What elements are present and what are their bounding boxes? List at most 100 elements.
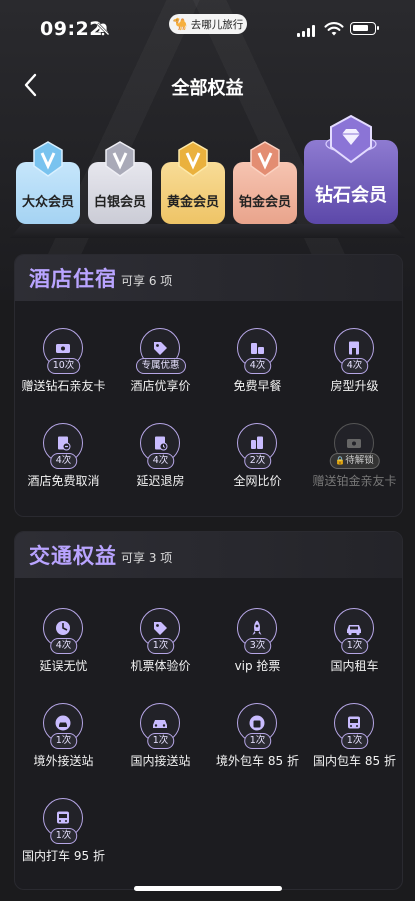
benefit-label: 全网比价 [233, 474, 282, 488]
page-title: 全部权益 [171, 78, 244, 99]
status-bar: 09:22 🐪 去哪儿旅行 [0, 0, 415, 50]
tier-tab-gold[interactable]: 黄金会员 [161, 141, 225, 224]
benefit-count-badge: 2次 [243, 453, 272, 469]
benefit-item[interactable]: 1次机票体验价 [112, 608, 209, 678]
diamond-badge-icon [325, 114, 377, 164]
tier-tab-silver[interactable]: 白银会员 [88, 141, 152, 224]
lock-status-badge: 🔒待解锁 [329, 453, 380, 469]
benefit-label: 延迟退房 [136, 474, 185, 488]
badge-text: 4次 [346, 360, 363, 371]
badge-text: 1次 [346, 735, 363, 746]
benefit-label: 国内包车 85 折 [313, 754, 396, 768]
benefit-count-badge: 1次 [49, 828, 78, 844]
tier-tab-platinum[interactable]: 铂金会员 [233, 141, 297, 224]
breakfast-icon [251, 343, 264, 354]
card-subtitle: 可享 6 项 [121, 274, 173, 288]
benefit-item[interactable]: 1次国内接送站 [112, 703, 209, 773]
price-tag-icon [154, 342, 167, 355]
benefit-count-badge: 4次 [243, 358, 272, 374]
benefit-item[interactable]: 1次 国内租车 [306, 608, 402, 678]
benefit-item[interactable]: 4次房型升级 [306, 328, 402, 398]
bus-icon [57, 811, 69, 824]
car-icon [347, 625, 361, 636]
badge-text: 4次 [55, 455, 72, 466]
benefit-item[interactable]: 3次 vip 抢票 [209, 608, 306, 678]
camel-logo-icon: 🐪 [172, 17, 188, 31]
benefit-count-badge: 1次 [146, 733, 175, 749]
benefit-label: 赠送铂金亲友卡 [312, 474, 397, 488]
cancel-doc-icon [58, 436, 71, 451]
globe-bus-icon [249, 715, 265, 731]
delay-clock-icon [56, 621, 70, 635]
tier-label: 大众会员 [21, 195, 74, 210]
bus-icon [348, 716, 360, 729]
benefit-item[interactable]: 1次国内打车 95 折 [15, 798, 112, 868]
badge-text: 4次 [249, 360, 266, 371]
benefit-item[interactable]: 4次延迟退房 [112, 423, 209, 493]
globe-car-icon [55, 715, 71, 731]
benefit-count-badge: 专属优惠 [135, 358, 186, 374]
benefit-label: 房型升级 [330, 379, 379, 393]
benefit-count-badge: 1次 [49, 733, 78, 749]
tier-tab-diamond[interactable]: 钻石会员 [304, 114, 398, 224]
benefit-count-badge: 4次 [49, 638, 78, 654]
card-title: 酒店住宿 [29, 267, 117, 291]
badge-text: 4次 [55, 640, 72, 651]
tier-label: 白银会员 [93, 195, 146, 210]
benefit-item[interactable]: 🔒待解锁赠送铂金亲友卡 [306, 423, 402, 493]
bell-muted-icon [96, 22, 110, 36]
benefit-count-badge: 10次 [46, 358, 81, 374]
benefit-count-badge: 4次 [49, 453, 78, 469]
benefit-item[interactable]: 4次 酒店免费取消 [15, 423, 112, 493]
car-front-icon [153, 720, 167, 728]
status-time: 09:22 [40, 18, 103, 40]
rocket-icon [252, 620, 262, 635]
benefit-item[interactable]: 1次国内包车 85 折 [306, 703, 402, 773]
benefit-label: 国内接送站 [130, 754, 191, 768]
locked-ticket-icon [347, 439, 361, 448]
tier-label: 铂金会员 [238, 195, 291, 210]
benefit-item[interactable]: 4次延误无忧 [15, 608, 112, 678]
badge-text: 1次 [55, 735, 72, 746]
benefit-item[interactable]: 1次境外接送站 [15, 703, 112, 773]
traffic-benefits-card: 交通权益 可享 3 项 4次 延误无忧 1次 机票体验价 3次 vip 抢票 1次 国内租车 1… [14, 531, 403, 890]
badge-text: 10次 [52, 360, 75, 371]
benefit-label: 免费早餐 [233, 379, 282, 393]
ticket-icon [56, 344, 70, 353]
card-subtitle: 可享 3 项 [121, 551, 173, 565]
tier-tab-base [10, 224, 405, 238]
price-compare-icon [251, 436, 263, 449]
benefit-count-badge: 1次 [340, 733, 369, 749]
benefit-label: 国内打车 95 折 [22, 849, 105, 863]
badge-text: 专属优惠 [141, 360, 180, 371]
badge-text: 待解锁 [345, 455, 374, 466]
benefit-item[interactable]: 1次 境外包车 85 折 [209, 703, 306, 773]
benefit-label: 赠送钻石亲友卡 [21, 379, 106, 393]
benefit-item[interactable]: 2次全网比价 [209, 423, 306, 493]
benefit-label: 境外接送站 [33, 754, 94, 768]
card-header: 酒店住宿 可享 6 项 [15, 255, 402, 301]
lock-icon: 🔒 [335, 456, 346, 465]
badge-text: 1次 [152, 640, 169, 651]
benefit-label: 机票体验价 [130, 659, 191, 673]
benefit-label: vip 抢票 [234, 659, 281, 673]
card-title: 交通权益 [29, 544, 117, 568]
tier-label: 黄金会员 [166, 195, 219, 210]
price-tag-icon [154, 622, 167, 635]
benefit-item[interactable]: 专属优惠 酒店优享价 [112, 328, 209, 398]
v-badge-icon [33, 141, 63, 177]
badge-text: 3次 [249, 640, 266, 651]
home-indicator [134, 886, 282, 891]
app-name: 去哪儿旅行 [190, 18, 244, 31]
benefit-label: 延误无忧 [39, 659, 88, 673]
late-checkout-icon [155, 436, 168, 451]
badge-text: 1次 [55, 830, 72, 841]
benefit-count-badge: 4次 [146, 453, 175, 469]
benefit-item[interactable]: 4次免费早餐 [209, 328, 306, 398]
cellular-signal-icon [297, 24, 315, 37]
benefit-count-badge: 3次 [243, 638, 272, 654]
wifi-icon [324, 22, 344, 36]
benefit-item[interactable]: 10次赠送钻石亲友卡 [15, 328, 112, 398]
badge-text: 1次 [249, 735, 266, 746]
tier-tab-public[interactable]: 大众会员 [16, 141, 80, 224]
